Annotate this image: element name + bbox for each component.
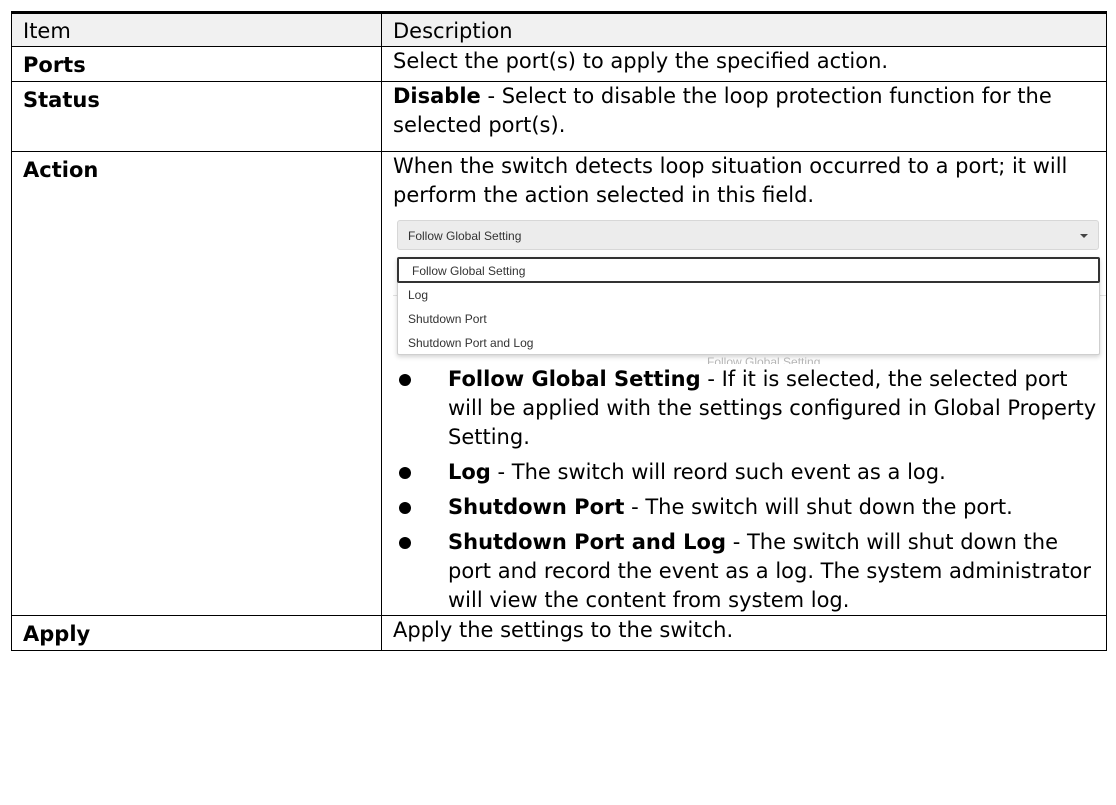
desc-status: Disable - Select to disable the loop pro…	[381, 81, 1107, 152]
action-options-list: Follow Global Setting Log Shutdown Port …	[397, 257, 1100, 355]
action-select[interactable]: Follow Global Setting	[397, 220, 1099, 250]
list-item: Shutdown Port - The switch will shut dow…	[393, 493, 1098, 522]
bullet-icon	[399, 374, 411, 386]
desc-apply: Apply the settings to the switch.	[381, 615, 1107, 651]
term-shutdown-port: Shutdown Port	[448, 495, 625, 519]
desc-status-text: - Select to disable the loop protection …	[393, 84, 1052, 137]
option-shutdown-port-and-log[interactable]: Shutdown Port and Log	[398, 331, 1099, 355]
action-dropdown-screenshot: Follow Global Setting Follow Global Sett…	[393, 220, 1106, 364]
desc-ports: Select the port(s) to apply the specifie…	[381, 46, 1107, 82]
action-intro: When the switch detects loop situation o…	[393, 154, 1068, 207]
description-table: Item Description Ports Select the port(s…	[11, 11, 1107, 651]
bullet-text: - The switch will shut down the port.	[624, 495, 1013, 519]
table-row-apply: Apply Apply the settings to the switch.	[11, 615, 1107, 651]
behind-text: Follow Global Setting	[707, 355, 821, 364]
header-description: Description	[381, 11, 1107, 47]
list-item: Log - The switch will reord such event a…	[393, 458, 1098, 487]
option-follow-global-setting[interactable]: Follow Global Setting	[397, 257, 1100, 283]
chevron-down-icon[interactable]	[1080, 234, 1088, 238]
header-item: Item	[11, 11, 382, 47]
term-disable: Disable	[393, 84, 481, 108]
term-log: Log	[448, 460, 491, 484]
action-bullet-list: Follow Global Setting - If it is selecte…	[393, 365, 1098, 615]
table-header-row: Item Description	[11, 11, 1107, 47]
bullet-icon	[399, 467, 411, 479]
item-status: Status	[11, 81, 382, 152]
term-shutdown-port-and-log: Shutdown Port and Log	[448, 530, 727, 554]
term-follow-global-setting: Follow Global Setting	[448, 367, 701, 391]
option-shutdown-port[interactable]: Shutdown Port	[398, 307, 1099, 331]
item-apply: Apply	[11, 615, 382, 651]
option-log[interactable]: Log	[398, 283, 1099, 307]
bullet-icon	[399, 502, 411, 514]
list-item: Follow Global Setting - If it is selecte…	[393, 365, 1098, 452]
table-row-ports: Ports Select the port(s) to apply the sp…	[11, 46, 1107, 82]
bullet-text: - The switch will reord such event as a …	[490, 460, 946, 484]
list-item: Shutdown Port and Log - The switch will …	[393, 528, 1098, 615]
desc-action: When the switch detects loop situation o…	[381, 151, 1107, 616]
item-action: Action	[11, 151, 382, 616]
action-select-value: Follow Global Setting	[408, 229, 522, 243]
item-ports: Ports	[11, 46, 382, 82]
bullet-icon	[399, 537, 411, 549]
table-row-action: Action When the switch detects loop situ…	[11, 151, 1107, 616]
table-row-status: Status Disable - Select to disable the l…	[11, 81, 1107, 152]
